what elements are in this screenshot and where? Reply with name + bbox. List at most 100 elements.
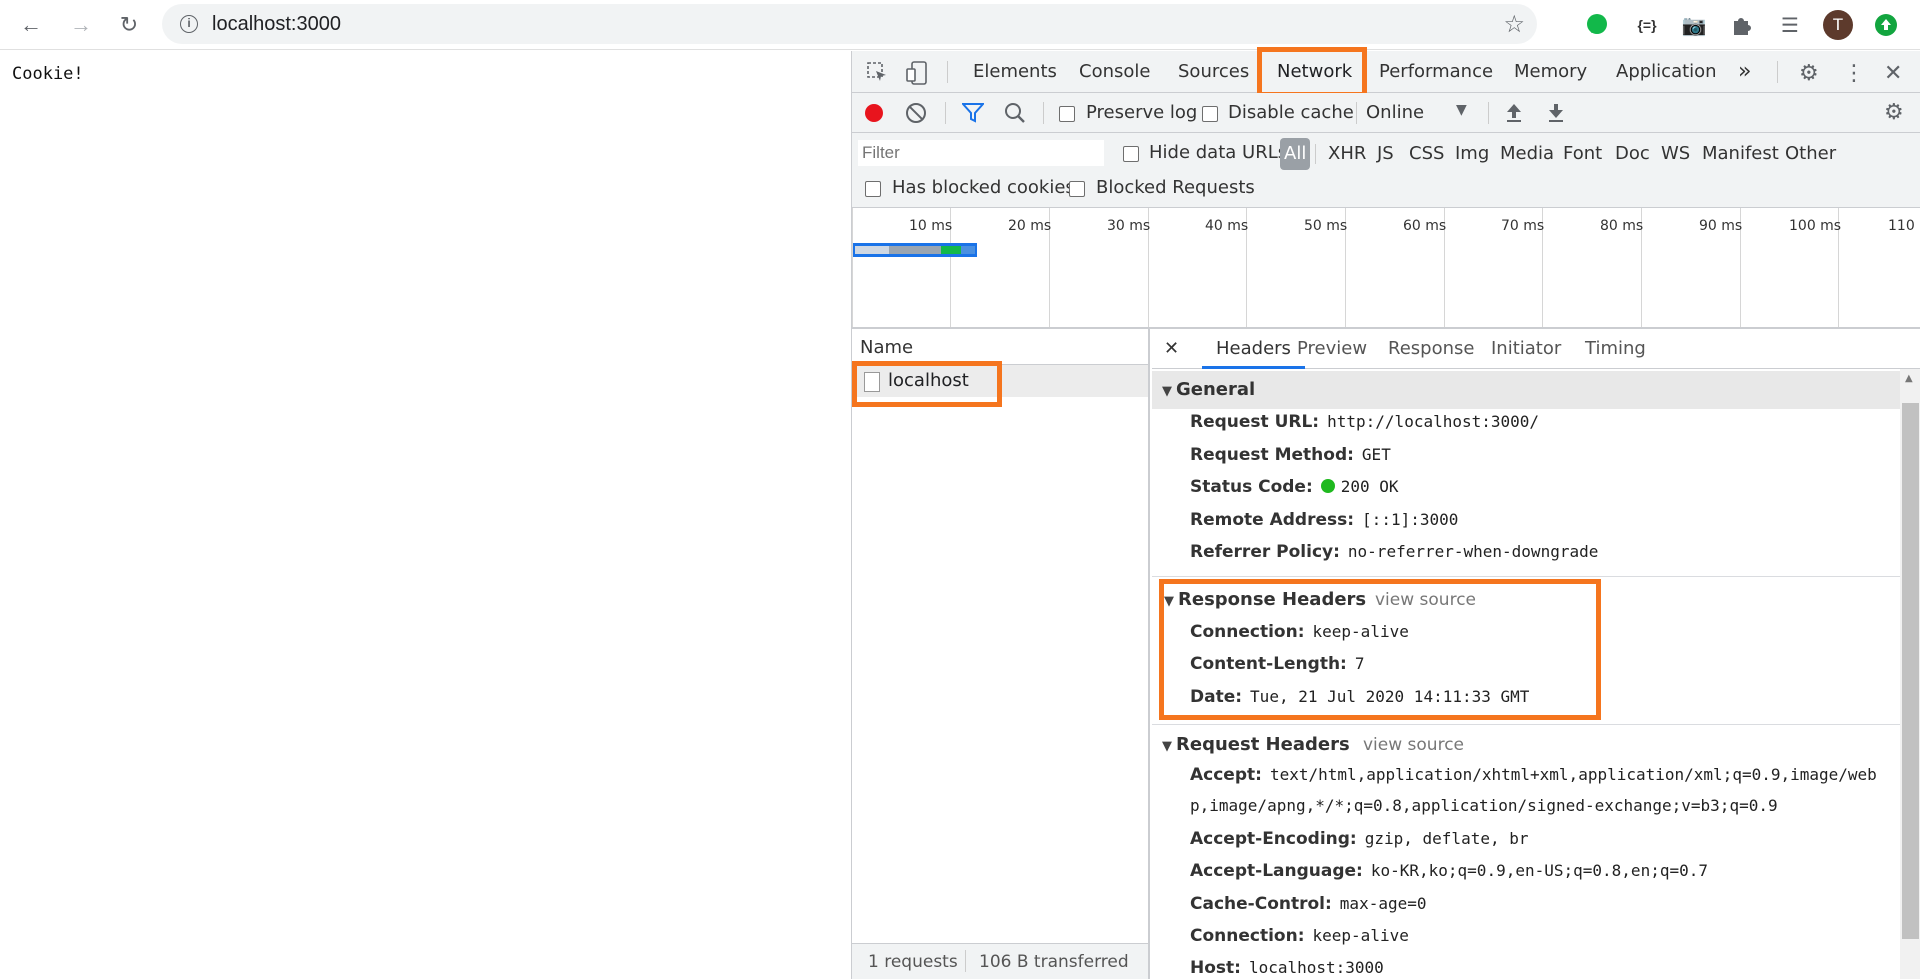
avatar[interactable]: T — [1821, 8, 1855, 42]
header-row-accept-encoding: Accept-Encoding: gzip, deflate, br — [1190, 829, 1529, 849]
request-view-source-link[interactable]: view source — [1363, 729, 1464, 761]
inspect-element-icon[interactable] — [866, 61, 888, 88]
network-settings-icon[interactable]: ⚙ — [1884, 100, 1904, 125]
header-row-status-code: Status Code: 200 OK — [1190, 477, 1399, 497]
triangle-down-icon: ▼ — [1162, 739, 1172, 754]
header-value: max-age=0 — [1339, 894, 1427, 913]
tab-timing[interactable]: Timing — [1585, 329, 1646, 369]
tab-performance[interactable]: Performance — [1379, 51, 1493, 93]
name-column-header[interactable]: Name — [852, 329, 1148, 365]
record-icon[interactable] — [865, 104, 883, 122]
detail-scrollbar-thumb[interactable] — [1902, 403, 1919, 939]
header-row-accept-continued: p,image/apng,*/*;q=0.8,application/signe… — [1190, 796, 1778, 816]
tab-sources[interactable]: Sources — [1178, 51, 1249, 93]
address-bar[interactable]: i localhost:3000 ☆ — [162, 4, 1537, 44]
reload-icon[interactable]: ↻ — [112, 8, 146, 42]
header-row-date: Date: Tue, 21 Jul 2020 14:11:33 GMT — [1190, 687, 1529, 707]
type-filter-xhr[interactable]: XHR — [1326, 138, 1368, 170]
network-timeline-overview[interactable]: 10 ms 20 ms 30 ms 40 ms 50 ms 60 ms 70 m… — [852, 208, 1920, 329]
device-toolbar-icon[interactable] — [906, 61, 928, 90]
back-icon[interactable]: ← — [14, 8, 48, 42]
header-key: Content-Length: — [1190, 654, 1347, 674]
import-har-icon[interactable] — [1504, 102, 1524, 128]
transferred-size: 106 B transferred — [979, 952, 1129, 972]
tab-preview[interactable]: Preview — [1297, 329, 1367, 369]
header-value: GET — [1361, 445, 1391, 464]
name-column-label: Name — [860, 337, 914, 358]
clear-icon[interactable] — [906, 103, 926, 123]
extension-chat-icon[interactable] — [1580, 8, 1614, 42]
settings-gear-icon[interactable]: ⚙ — [1799, 61, 1819, 86]
export-har-icon[interactable] — [1546, 102, 1566, 128]
tab-response[interactable]: Response — [1388, 329, 1474, 369]
general-title: General — [1176, 379, 1256, 400]
type-filter-font[interactable]: Font — [1561, 138, 1604, 170]
timeline-tick-label: 50 ms — [1304, 218, 1348, 234]
hide-data-urls-checkbox[interactable] — [1123, 143, 1139, 162]
more-options-icon[interactable]: ⋮ — [1843, 61, 1865, 86]
search-icon[interactable] — [1004, 102, 1026, 128]
request-list: Name localhost 1 requests 106 B transfer… — [852, 329, 1150, 979]
chevron-down-icon[interactable]: ▼ — [1456, 102, 1467, 118]
request-row[interactable]: localhost — [852, 365, 1148, 397]
header-row-referrer-policy: Referrer Policy: no-referrer-when-downgra… — [1190, 542, 1598, 562]
filter-input[interactable] — [858, 140, 1104, 166]
section-divider — [1152, 576, 1900, 577]
header-row-request-url: Request URL: http://localhost:3000/ — [1190, 412, 1539, 432]
filter-funnel-icon[interactable] — [960, 103, 986, 127]
type-filter-css[interactable]: CSS — [1407, 138, 1446, 170]
tab-initiator[interactable]: Initiator — [1491, 329, 1561, 369]
header-value: Tue, 21 Jul 2020 14:11:33 GMT — [1250, 687, 1530, 706]
tab-elements[interactable]: Elements — [973, 51, 1057, 93]
bookmark-star-icon[interactable]: ☆ — [1503, 10, 1525, 39]
preserve-log-checkbox[interactable] — [1059, 103, 1075, 122]
general-section-header[interactable]: ▼ General — [1152, 371, 1900, 409]
header-row-remote-address: Remote Address: [::1]:3000 — [1190, 510, 1458, 530]
response-headers-title: Response Headers — [1178, 589, 1367, 610]
header-row-accept-language: Accept-Language: ko-KR,ko;q=0.9,en-US;q=0… — [1190, 861, 1708, 881]
timeline-tick-label: 30 ms — [1107, 218, 1151, 234]
request-headers-section-header[interactable]: ▼ Request Headers view source — [1152, 729, 1900, 767]
blocked-requests-checkbox[interactable] — [1069, 178, 1085, 197]
extension-camera-icon[interactable]: 📷 — [1677, 8, 1711, 42]
type-filter-doc[interactable]: Doc — [1613, 138, 1652, 170]
tab-network[interactable]: Network — [1277, 51, 1352, 93]
response-headers-section-header[interactable]: ▼ Response Headers view source — [1152, 584, 1900, 622]
response-view-source-link[interactable]: view source — [1375, 584, 1476, 616]
request-name: localhost — [888, 370, 969, 391]
tab-console[interactable]: Console — [1079, 51, 1150, 93]
type-filter-js[interactable]: JS — [1375, 138, 1396, 170]
header-key: Connection: — [1190, 926, 1305, 946]
scroll-up-icon[interactable]: ▲ — [1905, 373, 1913, 384]
type-filter-other[interactable]: Other — [1783, 138, 1838, 170]
header-key: Request URL: — [1190, 412, 1320, 432]
close-devtools-icon[interactable]: ✕ — [1884, 61, 1902, 86]
separator — [947, 61, 948, 83]
header-key: Host: — [1190, 958, 1241, 978]
type-filter-ws[interactable]: WS — [1659, 138, 1692, 170]
type-filter-all[interactable]: All — [1280, 138, 1311, 170]
tab-application[interactable]: Application — [1616, 51, 1717, 93]
more-tabs-icon[interactable]: » — [1738, 51, 1751, 93]
close-detail-icon[interactable]: ✕ — [1164, 329, 1179, 369]
tab-memory[interactable]: Memory — [1514, 51, 1587, 93]
type-filter-media[interactable]: Media — [1498, 138, 1556, 170]
forward-icon[interactable]: → — [64, 8, 98, 42]
extension-json-icon[interactable]: {=} — [1630, 8, 1664, 42]
disable-cache-checkbox[interactable] — [1202, 103, 1218, 122]
timeline-request-bar — [853, 243, 977, 257]
header-key: Accept-Language: — [1190, 861, 1363, 881]
type-filter-manifest[interactable]: Manifest — [1700, 138, 1781, 170]
timeline-tick-label: 80 ms — [1600, 218, 1644, 234]
type-filter-img[interactable]: Img — [1453, 138, 1491, 170]
header-key: Status Code: — [1190, 477, 1313, 497]
media-queue-icon[interactable]: ☰ — [1773, 8, 1807, 42]
throttling-select[interactable]: Online — [1366, 102, 1424, 123]
tab-headers[interactable]: Headers — [1202, 329, 1305, 369]
site-info-icon[interactable]: i — [180, 15, 198, 33]
has-blocked-cookies-checkbox[interactable] — [865, 178, 881, 197]
extensions-puzzle-icon[interactable] — [1725, 8, 1759, 42]
header-row-cache-control: Cache-Control: max-age=0 — [1190, 894, 1427, 914]
update-icon[interactable] — [1869, 8, 1903, 42]
header-row-connection: Connection: keep-alive — [1190, 622, 1409, 642]
